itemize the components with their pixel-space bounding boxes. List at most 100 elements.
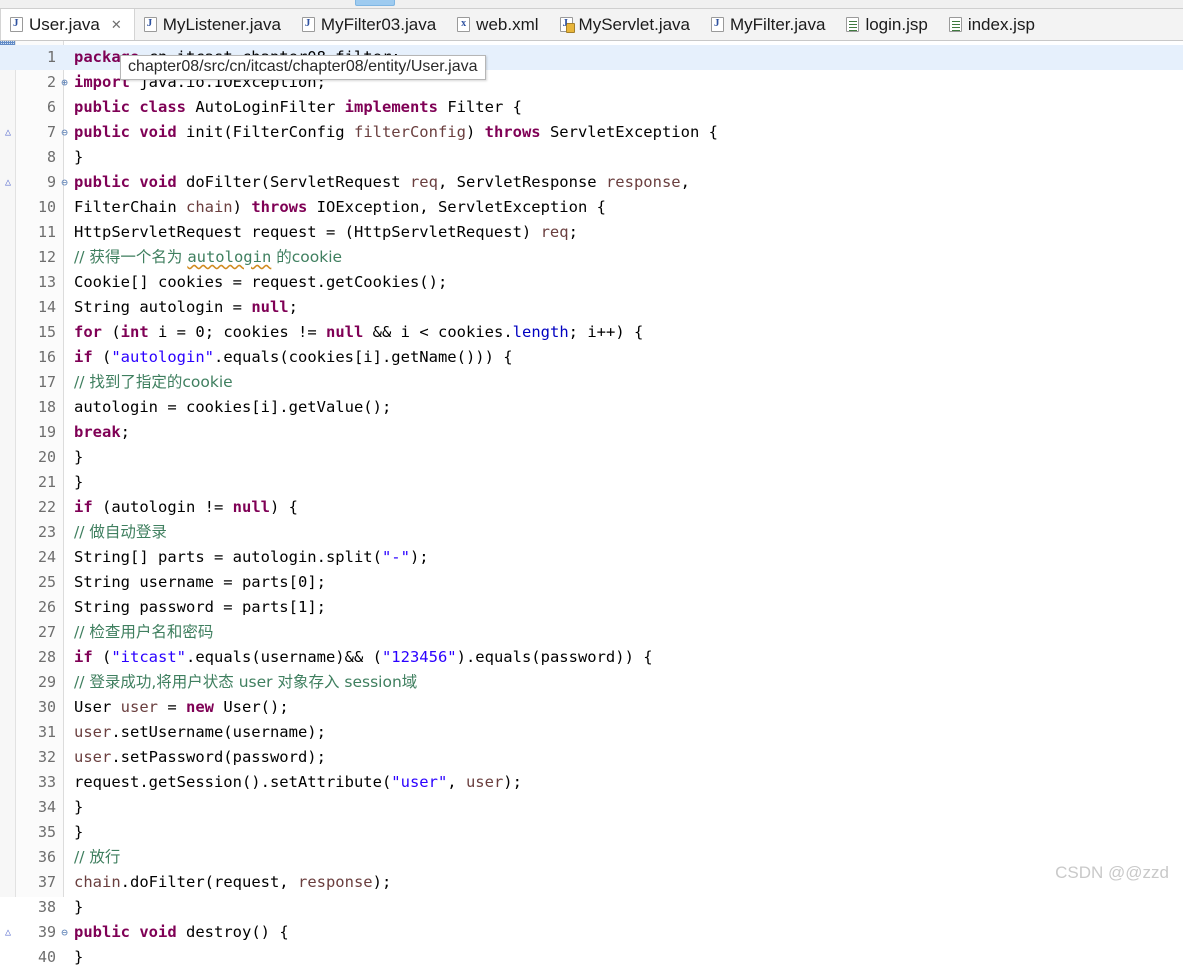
line-number: 36: [16, 845, 56, 870]
code-token: ; i++) {: [569, 323, 644, 341]
code-token: i =: [149, 323, 196, 341]
code-text[interactable]: request.getSession().setAttribute("user"…: [74, 770, 1183, 795]
code-token: filterConfig: [354, 123, 466, 141]
code-text[interactable]: User user = new User();: [74, 695, 1183, 720]
code-text[interactable]: }: [74, 820, 1183, 845]
code-editor[interactable]: 1package cn.itcast.chapter08.filter;2⊕im…: [0, 41, 1183, 897]
line-number: 15: [16, 320, 56, 345]
code-token: request.getSession().setAttribute(: [74, 773, 391, 791]
code-token: .doFilter(request,: [121, 873, 298, 891]
code-token: ).equals(password)) {: [457, 648, 653, 666]
code-text[interactable]: }: [74, 895, 1183, 920]
code-token: }: [74, 448, 83, 466]
code-token: void: [139, 123, 176, 141]
code-token: [130, 98, 139, 116]
code-token: );: [410, 548, 429, 566]
code-text[interactable]: }: [74, 445, 1183, 470]
code-text[interactable]: public void doFilter(ServletRequest req,…: [74, 170, 1183, 195]
code-text[interactable]: }: [74, 945, 1183, 970]
code-text[interactable]: // 获得一个名为 autologin 的cookie: [74, 245, 1183, 270]
code-text[interactable]: String autologin = null;: [74, 295, 1183, 320]
code-text[interactable]: user.setPassword(password);: [74, 745, 1183, 770]
editor-tab-label: login.jsp: [865, 16, 927, 33]
line-number: 14: [16, 295, 56, 320]
line-number: 17: [16, 370, 56, 395]
code-token: User: [74, 698, 121, 716]
code-token: 1: [298, 598, 307, 616]
code-token: // 做自动登录: [74, 523, 167, 541]
code-text[interactable]: public void destroy() {: [74, 920, 1183, 945]
code-text[interactable]: FilterChain chain) throws IOException, S…: [74, 195, 1183, 220]
code-text[interactable]: // 做自动登录: [74, 520, 1183, 545]
code-token: autologin: [187, 248, 271, 266]
fold-collapse-icon[interactable]: ⊖: [58, 170, 71, 195]
line-number: 18: [16, 395, 56, 420]
line-number: 34: [16, 795, 56, 820]
code-text[interactable]: chain.doFilter(request, response);: [74, 870, 1183, 895]
editor-tab-myfilter03-java[interactable]: MyFilter03.java: [293, 9, 448, 40]
code-text[interactable]: Cookie[] cookies = request.getCookies();: [74, 270, 1183, 295]
code-token: // 放行: [74, 848, 120, 866]
editor-tab-login-jsp[interactable]: login.jsp: [837, 9, 939, 40]
editor-tab-web-xml[interactable]: web.xml: [448, 9, 550, 40]
toolbar-active-item-icon[interactable]: [355, 0, 395, 6]
editor-tab-user-java[interactable]: User.java ✕: [0, 9, 135, 40]
code-text[interactable]: autologin = cookies[i].getValue();: [74, 395, 1183, 420]
code-token: doFilter(ServletRequest: [177, 173, 410, 191]
editor-tab-myfilter-java[interactable]: MyFilter.java: [702, 9, 837, 40]
code-token: public: [74, 923, 130, 941]
code-token: response: [606, 173, 681, 191]
code-text[interactable]: public class AutoLoginFilter implements …: [74, 95, 1183, 120]
java-file-icon: [302, 17, 315, 32]
code-text[interactable]: user.setUsername(username);: [74, 720, 1183, 745]
code-token: public: [74, 123, 130, 141]
line-number: 8: [16, 145, 56, 170]
code-token: if: [74, 498, 93, 516]
code-token: }: [74, 948, 83, 966]
code-text[interactable]: for (int i = 0; cookies != null && i < c…: [74, 320, 1183, 345]
editor-tab-label: User.java: [29, 16, 100, 33]
editor-tab-myservlet-java[interactable]: MyServlet.java: [551, 9, 702, 40]
code-text[interactable]: String password = parts[1];: [74, 595, 1183, 620]
code-text[interactable]: break;: [74, 420, 1183, 445]
code-token: void: [139, 173, 176, 191]
fold-collapse-icon[interactable]: ⊖: [58, 120, 71, 145]
line-number: 20: [16, 445, 56, 470]
code-text[interactable]: // 检查用户名和密码: [74, 620, 1183, 645]
code-token: // 获得一个名为: [74, 248, 187, 266]
code-text[interactable]: public void init(FilterConfig filterConf…: [74, 120, 1183, 145]
code-text[interactable]: }: [74, 145, 1183, 170]
code-token: "autologin": [111, 348, 214, 366]
line-number: 23: [16, 520, 56, 545]
code-token: // 登录成功,将用户状态 user 对象存入 session域: [74, 673, 417, 691]
close-icon[interactable]: ✕: [111, 18, 122, 31]
code-token: "123456": [382, 648, 457, 666]
code-text[interactable]: if ("itcast".equals(username)&& ("123456…: [74, 645, 1183, 670]
code-token: req: [410, 173, 438, 191]
editor-tab-index-jsp[interactable]: index.jsp: [940, 9, 1047, 40]
code-text[interactable]: }: [74, 795, 1183, 820]
editor-tab-mylistener-java[interactable]: MyListener.java: [135, 9, 293, 40]
code-token: 0: [298, 573, 307, 591]
code-text[interactable]: }: [74, 470, 1183, 495]
editor-tab-bar: User.java ✕ MyListener.javaMyFilter03.java…: [0, 9, 1183, 41]
code-text[interactable]: String username = parts[0];: [74, 570, 1183, 595]
editor-tab-label: MyServlet.java: [579, 16, 690, 33]
code-text[interactable]: HttpServletRequest request = (HttpServle…: [74, 220, 1183, 245]
code-text[interactable]: // 登录成功,将用户状态 user 对象存入 session域: [74, 670, 1183, 695]
code-token: ServletException {: [541, 123, 718, 141]
override-marker-icon: △: [2, 920, 14, 945]
java-warn-icon: [560, 17, 573, 32]
code-token: .equals(username)&& (: [186, 648, 382, 666]
code-token: ;: [569, 223, 578, 241]
code-text[interactable]: // 放行: [74, 845, 1183, 870]
code-text[interactable]: if ("autologin".equals(cookies[i].getNam…: [74, 345, 1183, 370]
fold-expand-icon[interactable]: ⊕: [58, 70, 71, 95]
code-token: null: [326, 323, 363, 341]
code-text[interactable]: if (autologin != null) {: [74, 495, 1183, 520]
code-text[interactable]: // 找到了指定的cookie: [74, 370, 1183, 395]
code-token: for: [74, 323, 102, 341]
line-number: 22: [16, 495, 56, 520]
code-text[interactable]: String[] parts = autologin.split("-");: [74, 545, 1183, 570]
fold-collapse-icon[interactable]: ⊖: [58, 920, 71, 945]
